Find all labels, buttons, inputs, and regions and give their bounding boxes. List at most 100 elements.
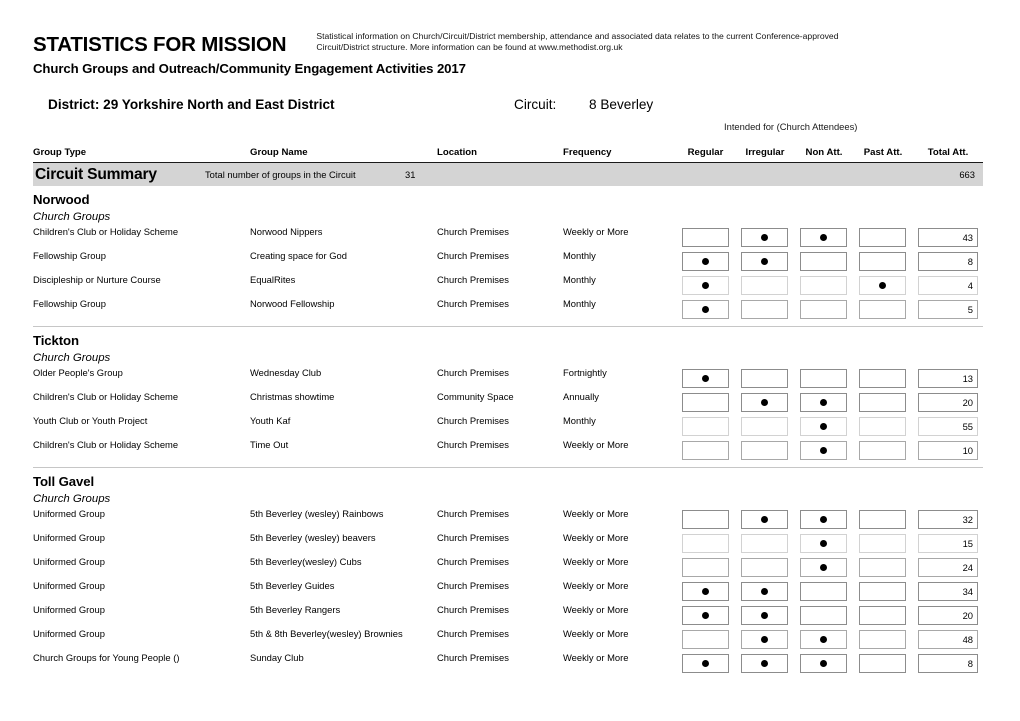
attendance-checkbox-past-att[interactable] <box>859 441 906 460</box>
attendance-checkbox-past-att[interactable] <box>859 228 906 247</box>
attendance-checkbox-past-att[interactable] <box>859 252 906 271</box>
cell-group-name: Sunday Club <box>250 652 304 663</box>
attendance-checkbox-irregular[interactable] <box>741 630 788 649</box>
attendance-checkbox-past-att[interactable] <box>859 276 906 295</box>
attendance-checkbox-non-att[interactable] <box>800 654 847 673</box>
attendance-checkbox-non-att[interactable] <box>800 630 847 649</box>
attendance-checkbox-regular[interactable] <box>682 510 729 529</box>
attendance-checkbox-irregular[interactable] <box>741 654 788 673</box>
attendance-checkbox-irregular[interactable] <box>741 393 788 412</box>
attendance-checkbox-non-att[interactable] <box>800 300 847 319</box>
total-attendance-value: 34 <box>962 586 973 597</box>
table-row: Children's Club or Holiday Scheme Christm… <box>33 391 983 415</box>
attendance-checkbox-irregular[interactable] <box>741 252 788 271</box>
attendance-checkbox-non-att[interactable] <box>800 558 847 577</box>
checked-dot-icon <box>761 399 768 406</box>
checked-dot-icon <box>702 306 709 313</box>
attendance-checkbox-regular[interactable] <box>682 228 729 247</box>
attendance-checkbox-regular[interactable] <box>682 252 729 271</box>
total-attendance-field[interactable]: 13 <box>918 369 978 388</box>
attendance-checkbox-regular[interactable] <box>682 300 729 319</box>
attendance-checkbox-regular[interactable] <box>682 582 729 601</box>
attendance-checkbox-irregular[interactable] <box>741 582 788 601</box>
total-attendance-field[interactable]: 10 <box>918 441 978 460</box>
attendance-checkbox-regular[interactable] <box>682 534 729 553</box>
total-attendance-field[interactable]: 20 <box>918 393 978 412</box>
attendance-checkbox-past-att[interactable] <box>859 417 906 436</box>
attendance-checkbox-irregular[interactable] <box>741 534 788 553</box>
cell-location: Church Premises <box>437 604 509 615</box>
total-attendance-value: 32 <box>962 514 973 525</box>
attendance-checkbox-regular[interactable] <box>682 276 729 295</box>
attendance-checkbox-past-att[interactable] <box>859 558 906 577</box>
attendance-checkbox-non-att[interactable] <box>800 582 847 601</box>
table-row: Uniformed Group 5th Beverley(wesley) Cubs… <box>33 556 983 580</box>
total-attendance-field[interactable]: 8 <box>918 252 978 271</box>
total-attendance-field[interactable]: 20 <box>918 606 978 625</box>
total-attendance-field[interactable]: 32 <box>918 510 978 529</box>
church-name: Toll Gavel <box>33 474 95 489</box>
attendance-checkbox-non-att[interactable] <box>800 252 847 271</box>
checked-dot-icon <box>702 258 709 265</box>
total-attendance-field[interactable]: 48 <box>918 630 978 649</box>
table-row: Youth Club or Youth Project Youth Kaf Chur… <box>33 415 983 439</box>
attendance-checkbox-regular[interactable] <box>682 606 729 625</box>
attendance-checkbox-irregular[interactable] <box>741 558 788 577</box>
attendance-checkbox-non-att[interactable] <box>800 441 847 460</box>
attendance-checkbox-past-att[interactable] <box>859 510 906 529</box>
attendance-checkbox-irregular[interactable] <box>741 441 788 460</box>
report-page: STATISTICS FOR MISSION Statistical infor… <box>0 0 1020 721</box>
attendance-checkbox-regular[interactable] <box>682 417 729 436</box>
attendance-checkbox-regular[interactable] <box>682 630 729 649</box>
cell-frequency: Weekly or More <box>563 628 629 639</box>
checked-dot-icon <box>761 258 768 265</box>
attendance-checkbox-past-att[interactable] <box>859 630 906 649</box>
attendance-checkbox-non-att[interactable] <box>800 228 847 247</box>
attendance-checkbox-non-att[interactable] <box>800 606 847 625</box>
table-row: Discipleship or Nurture Course EqualRites… <box>33 274 983 298</box>
attendance-checkbox-non-att[interactable] <box>800 276 847 295</box>
attendance-checkbox-irregular[interactable] <box>741 510 788 529</box>
attendance-checkbox-regular[interactable] <box>682 558 729 577</box>
attendance-checkbox-non-att[interactable] <box>800 369 847 388</box>
attendance-checkbox-irregular[interactable] <box>741 276 788 295</box>
total-attendance-field[interactable]: 24 <box>918 558 978 577</box>
attendance-checkbox-regular[interactable] <box>682 654 729 673</box>
attendance-checkbox-past-att[interactable] <box>859 369 906 388</box>
attendance-checkbox-past-att[interactable] <box>859 654 906 673</box>
total-attendance-field[interactable]: 4 <box>918 276 978 295</box>
circuit-summary-description: Total number of groups in the Circuit <box>205 169 356 180</box>
cell-location: Church Premises <box>437 274 509 285</box>
attendance-checkbox-irregular[interactable] <box>741 417 788 436</box>
attendance-checkbox-non-att[interactable] <box>800 534 847 553</box>
total-attendance-field[interactable]: 15 <box>918 534 978 553</box>
sections-host: Norwood Church Groups Children's Club or H… <box>33 186 983 676</box>
attendance-checkbox-irregular[interactable] <box>741 369 788 388</box>
total-attendance-field[interactable]: 34 <box>918 582 978 601</box>
total-attendance-value: 4 <box>967 280 973 291</box>
attendance-checkbox-non-att[interactable] <box>800 393 847 412</box>
attendance-checkbox-non-att[interactable] <box>800 417 847 436</box>
circuit-summary-band: Circuit Summary Total number of groups i… <box>33 163 983 186</box>
attendance-checkbox-past-att[interactable] <box>859 393 906 412</box>
attendance-checkbox-past-att[interactable] <box>859 582 906 601</box>
district-field: District: 29 Yorkshire North and East Di… <box>48 96 335 114</box>
total-attendance-field[interactable]: 43 <box>918 228 978 247</box>
total-attendance-field[interactable]: 8 <box>918 654 978 673</box>
attendance-checkbox-past-att[interactable] <box>859 534 906 553</box>
attendance-checkbox-irregular[interactable] <box>741 228 788 247</box>
attendance-checkbox-irregular[interactable] <box>741 606 788 625</box>
checked-dot-icon <box>820 423 827 430</box>
attendance-checkbox-regular[interactable] <box>682 369 729 388</box>
total-attendance-value: 8 <box>967 256 973 267</box>
group-kind-label: Church Groups <box>33 352 111 364</box>
attendance-checkbox-regular[interactable] <box>682 441 729 460</box>
attendance-checkbox-regular[interactable] <box>682 393 729 412</box>
attendance-checkbox-irregular[interactable] <box>741 300 788 319</box>
attendance-checkbox-past-att[interactable] <box>859 606 906 625</box>
attendance-checkbox-non-att[interactable] <box>800 510 847 529</box>
total-attendance-field[interactable]: 5 <box>918 300 978 319</box>
cell-group-type: Children's Club or Holiday Scheme <box>33 391 179 402</box>
total-attendance-field[interactable]: 55 <box>918 417 978 436</box>
attendance-checkbox-past-att[interactable] <box>859 300 906 319</box>
